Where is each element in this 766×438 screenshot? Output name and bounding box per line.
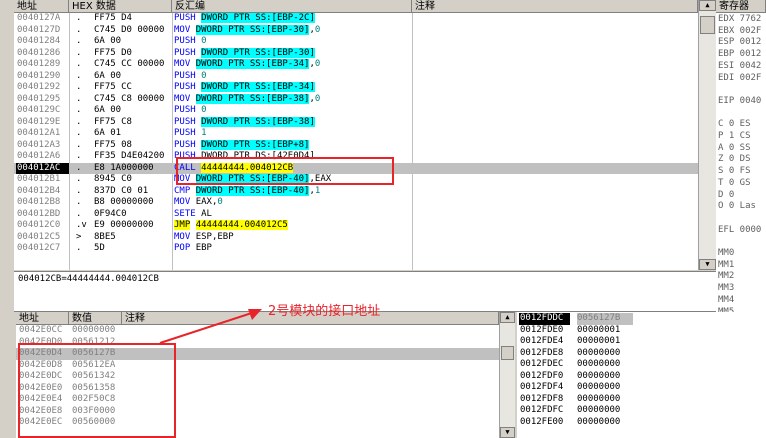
annotation-label: 2号模块的接口地址: [268, 304, 381, 319]
annotation-arrow-icon: [159, 309, 262, 344]
